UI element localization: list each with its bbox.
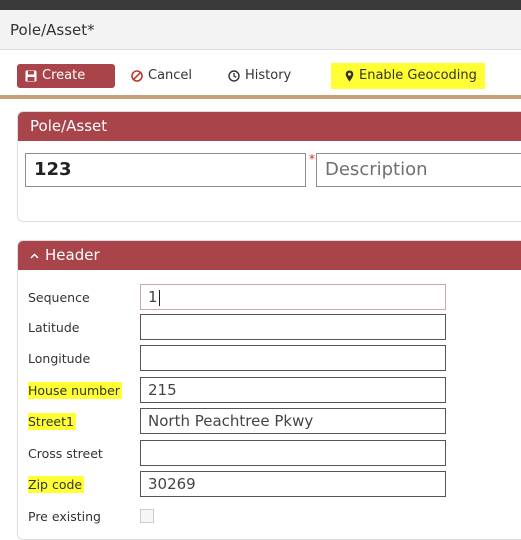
asset-code-input[interactable]: 123 [25, 153, 306, 187]
history-button[interactable]: History [228, 64, 291, 88]
window-top-strip [0, 0, 521, 10]
clock-icon [228, 69, 240, 82]
chevron-up-icon [30, 252, 39, 259]
field-row-latitude: Latitude [18, 314, 521, 340]
house-number-label: House number [28, 382, 122, 399]
pre-existing-checkbox[interactable] [140, 509, 154, 523]
field-row-sequence: Sequence 1 [18, 284, 521, 310]
latitude-input[interactable] [140, 314, 446, 340]
map-marker-icon [345, 70, 354, 82]
field-row-house-number: House number 215 [18, 377, 521, 403]
zip-code-input[interactable]: 30269 [140, 471, 446, 497]
longitude-input[interactable] [140, 345, 446, 371]
pole-asset-panel-title: Pole/Asset [18, 112, 521, 141]
field-row-cross-street: Cross street [18, 440, 521, 466]
street1-input[interactable]: North Peachtree Pkwy [140, 408, 446, 434]
window-title: Pole/Asset* [0, 10, 521, 50]
required-marker: * [309, 152, 315, 166]
history-button-label: History [245, 68, 292, 83]
text-cursor [158, 289, 160, 306]
header-panel-title: Header [45, 246, 100, 264]
cross-street-input[interactable] [140, 440, 446, 466]
field-row-street1: Street1 North Peachtree Pkwy [18, 408, 521, 434]
field-row-longitude: Longitude [18, 345, 521, 371]
street1-label: Street1 [28, 413, 76, 430]
sequence-input[interactable]: 1 [140, 284, 446, 310]
header-panel-toggle[interactable]: Header [18, 241, 521, 270]
sequence-value: 1 [148, 288, 158, 306]
enable-geocoding-label: Enable Geocoding [359, 68, 477, 83]
description-input[interactable]: Description [316, 153, 521, 187]
header-panel: Header Sequence 1 Latitude Longitude Hou… [17, 240, 521, 540]
create-button[interactable]: Create [17, 64, 115, 88]
field-row-pre-existing: Pre existing [18, 503, 521, 529]
sequence-label: Sequence [28, 290, 90, 305]
enable-geocoding-button[interactable]: Enable Geocoding [331, 63, 485, 89]
pre-existing-label: Pre existing [28, 509, 101, 524]
pole-asset-panel: Pole/Asset 123 * Description [17, 111, 521, 222]
cancel-button-label: Cancel [148, 68, 193, 83]
cross-street-label: Cross street [28, 446, 103, 461]
toolbar: Create Cancel History Enable Geocoding [0, 50, 521, 96]
house-number-input[interactable]: 215 [140, 377, 446, 403]
zip-code-label: Zip code [28, 476, 85, 493]
latitude-label: Latitude [28, 320, 80, 335]
create-button-label: Create [42, 68, 86, 83]
save-icon [25, 70, 37, 82]
cancel-button[interactable]: Cancel [131, 64, 192, 88]
toolbar-divider [0, 95, 521, 99]
longitude-label: Longitude [28, 351, 91, 366]
field-row-zip-code: Zip code 30269 [18, 471, 521, 497]
cancel-icon [131, 69, 143, 82]
